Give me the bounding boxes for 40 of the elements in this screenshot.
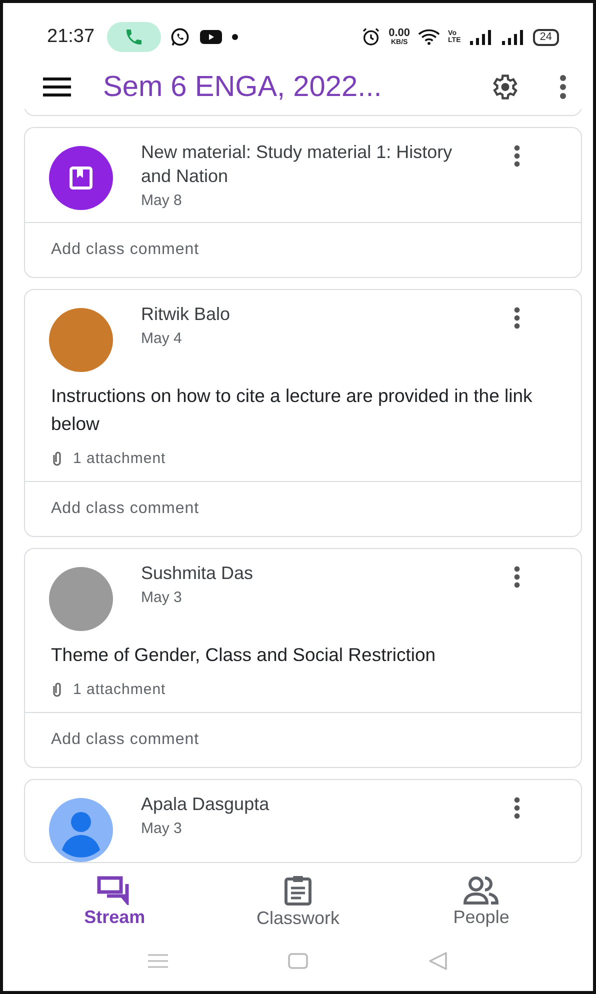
vertical-dots-icon xyxy=(513,796,521,820)
paperclip-icon xyxy=(51,682,63,698)
clipboard-icon xyxy=(282,874,313,906)
post-text: Theme of Gender, Class and Social Restriction xyxy=(50,643,437,667)
avatar-silhouette-icon xyxy=(49,798,113,862)
chat-icon xyxy=(168,26,191,48)
vertical-dots-icon xyxy=(513,144,521,168)
author-name: Apala Dasgupta xyxy=(141,793,270,816)
post-title[interactable]: New material: Study material 1: History and Nation xyxy=(141,140,481,188)
post-text: Instructions on how to cite a lecture are provided in the link below xyxy=(50,384,534,436)
wifi-icon xyxy=(418,28,440,46)
author-name: Ritwik Balo xyxy=(141,303,232,326)
people-icon xyxy=(463,874,500,904)
author-name: Sushmita Das xyxy=(141,562,254,585)
more-options-button[interactable] xyxy=(557,72,569,102)
attachment-count[interactable]: 1 attachment xyxy=(73,450,166,467)
attachment-count[interactable]: 1 attachment xyxy=(73,681,166,698)
class-comment-link[interactable]: Add class comment xyxy=(25,712,581,767)
post-date: May 8 xyxy=(141,192,183,209)
nav-tab[interactable]: Stream xyxy=(40,874,190,928)
post-date: May 3 xyxy=(141,820,183,837)
status-time: 21:37 xyxy=(47,26,95,48)
vertical-dots-icon xyxy=(513,306,521,330)
class-comment-link[interactable]: Add class comment xyxy=(25,481,581,536)
dot-icon xyxy=(230,33,239,41)
alarm-clock-icon xyxy=(360,27,381,47)
bookmark-book-icon xyxy=(68,165,94,191)
vertical-dots-icon xyxy=(513,565,521,589)
battery-indicator: 24 xyxy=(532,28,559,46)
phone-icon xyxy=(124,27,144,47)
post-date: May 3 xyxy=(141,589,183,606)
class-comment-link[interactable]: Add class comment xyxy=(25,222,581,277)
signal-icon xyxy=(468,29,493,45)
video-play-icon xyxy=(198,28,223,46)
nav-tab[interactable]: Classwork xyxy=(222,872,373,930)
paperclip-icon xyxy=(51,450,63,466)
signal-icon xyxy=(500,29,525,45)
nav-tab[interactable]: People xyxy=(406,874,556,928)
post-date: May 4 xyxy=(141,330,183,347)
class-title: Sem 6 ENGA, 2022... xyxy=(103,70,383,104)
